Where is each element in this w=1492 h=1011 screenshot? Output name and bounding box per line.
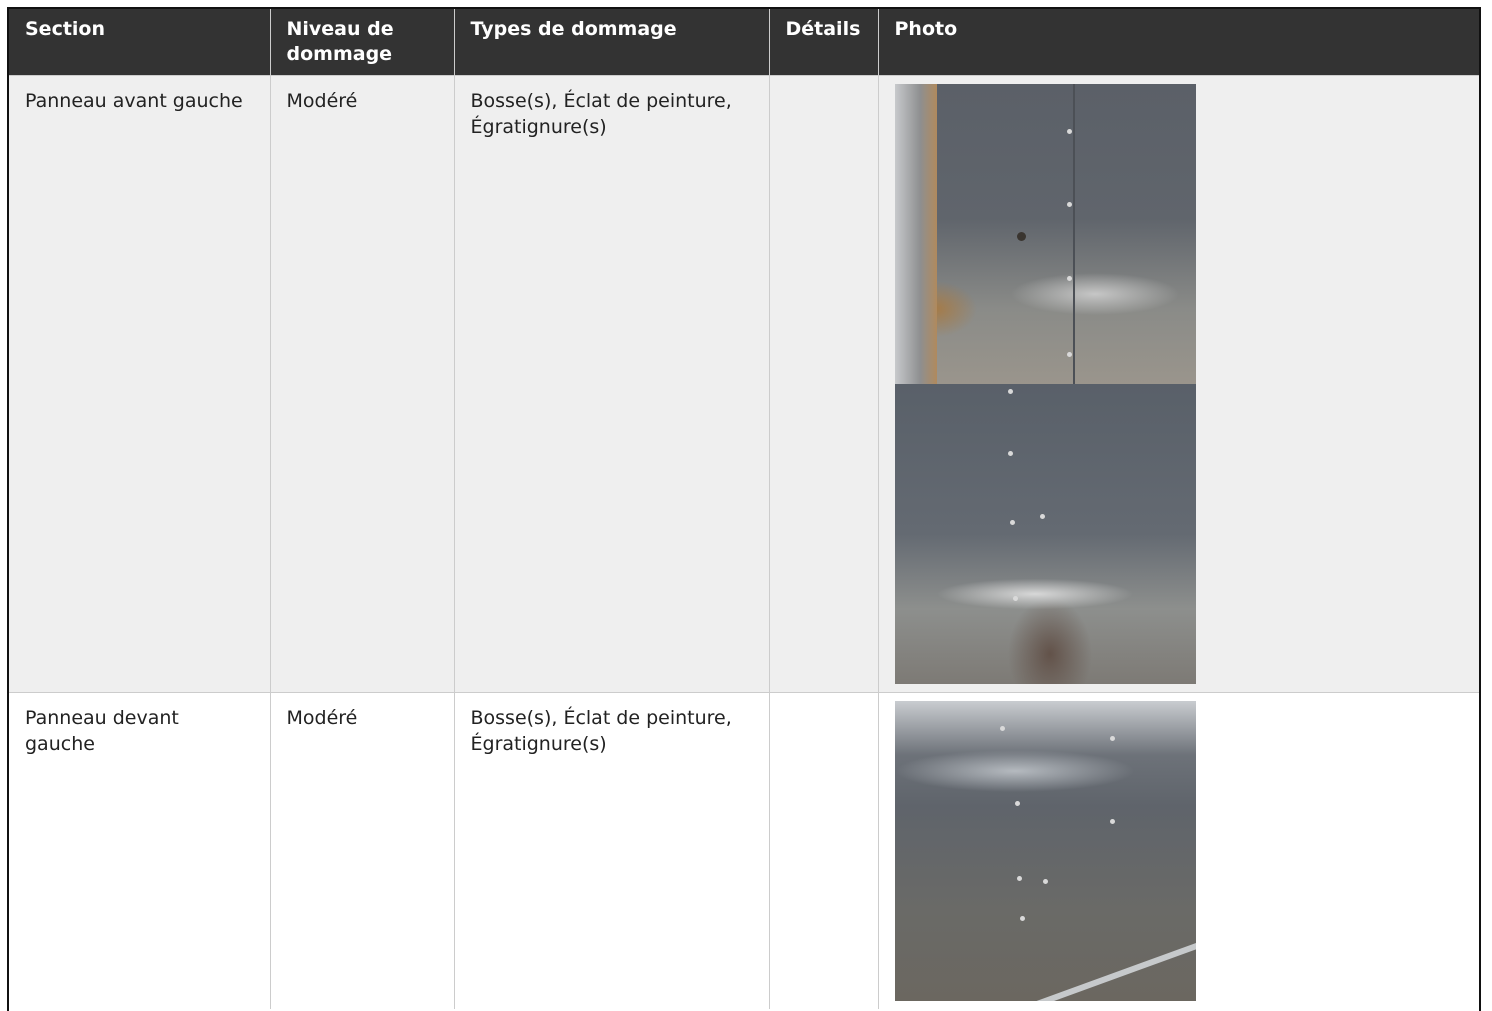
cell-photo bbox=[877, 692, 1479, 1009]
damage-photo[interactable] bbox=[894, 84, 1196, 384]
rivet bbox=[999, 726, 1005, 731]
rivet bbox=[1066, 202, 1072, 207]
rivet bbox=[1007, 451, 1013, 456]
cell-damage-level: Modéré bbox=[269, 692, 454, 1009]
cell-damage-types: Bosse(s), Éclat de peinture, Égratignure… bbox=[453, 692, 769, 1009]
cell-details bbox=[768, 692, 878, 1009]
table-header-row: Section Niveau de dommage Types de domma… bbox=[9, 9, 1479, 76]
rivet bbox=[1019, 916, 1025, 921]
rivet bbox=[1016, 876, 1022, 881]
rivet bbox=[1066, 276, 1072, 281]
cell-section: Panneau avant gauche bbox=[9, 75, 270, 693]
header-damage-types: Types de dommage bbox=[453, 9, 769, 76]
damage-photo[interactable] bbox=[894, 384, 1196, 684]
rivet bbox=[1012, 596, 1018, 601]
rivet bbox=[1042, 879, 1048, 884]
table-row: Panneau avant gauche Modéré Bosse(s), Éc… bbox=[9, 75, 1479, 693]
panel-seam bbox=[1072, 84, 1075, 384]
rivet bbox=[1009, 520, 1015, 525]
rivet bbox=[1007, 389, 1013, 394]
rivet bbox=[1109, 736, 1115, 741]
dent-mark bbox=[1016, 232, 1026, 241]
panel-edge bbox=[1020, 931, 1196, 1001]
header-damage-level: Niveau de dommage bbox=[269, 9, 454, 76]
table-row: Panneau devant gauche Modéré Bosse(s), É… bbox=[9, 692, 1479, 1009]
header-photo: Photo bbox=[877, 9, 1479, 76]
trailer-post bbox=[894, 84, 937, 384]
damage-report-table: Section Niveau de dommage Types de domma… bbox=[9, 9, 1479, 1009]
cell-damage-types: Bosse(s), Éclat de peinture, Égratignure… bbox=[453, 75, 769, 693]
header-details: Détails bbox=[768, 9, 878, 76]
rivet bbox=[1066, 129, 1072, 134]
rivet bbox=[1066, 352, 1072, 357]
damage-photo[interactable] bbox=[894, 701, 1196, 1001]
cell-damage-level: Modéré bbox=[269, 75, 454, 693]
rivet bbox=[1014, 801, 1020, 806]
damage-report-table-container: Section Niveau de dommage Types de domma… bbox=[7, 7, 1481, 1011]
header-section: Section bbox=[9, 9, 270, 76]
rivet bbox=[1109, 819, 1115, 824]
cell-section: Panneau devant gauche bbox=[9, 692, 270, 1009]
rivet bbox=[1039, 514, 1045, 519]
cell-photo bbox=[877, 75, 1479, 693]
cell-details bbox=[768, 75, 878, 693]
